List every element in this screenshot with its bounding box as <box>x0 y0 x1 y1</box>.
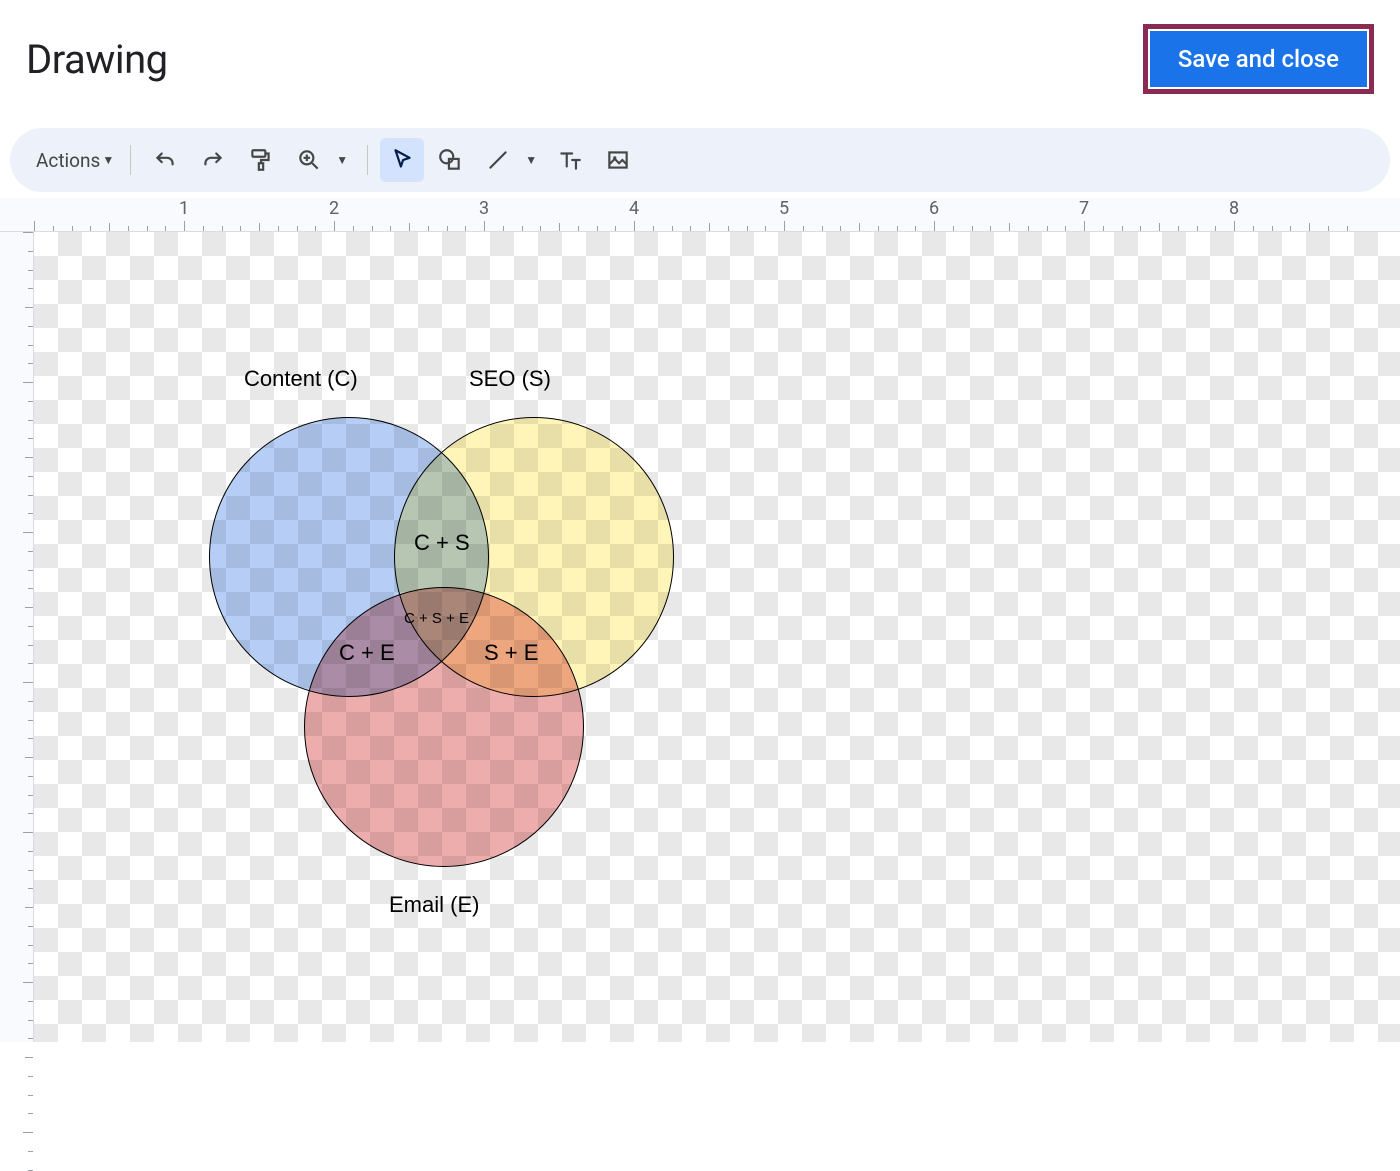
save-button-highlight: Save and close <box>1143 24 1374 94</box>
line-dropdown[interactable]: ▼ <box>518 138 544 182</box>
redo-icon <box>200 147 226 173</box>
save-and-close-button[interactable]: Save and close <box>1150 31 1367 87</box>
line-tool[interactable] <box>476 138 520 182</box>
ruler-horizontal: 1 2 3 4 5 6 7 8 <box>0 198 1400 232</box>
actions-menu-label: Actions <box>36 149 100 172</box>
dialog-header: Drawing Save and close <box>0 0 1400 118</box>
paint-roller-icon <box>248 147 274 173</box>
shape-tool[interactable] <box>428 138 472 182</box>
ruler-number: 2 <box>329 198 339 219</box>
ruler-number: 3 <box>479 198 489 219</box>
venn-circle-email[interactable] <box>304 587 584 867</box>
cursor-icon <box>389 147 415 173</box>
ruler-vertical <box>0 232 34 1042</box>
line-icon <box>485 147 511 173</box>
venn-label-content[interactable]: Content (C) <box>244 366 358 392</box>
caret-down-icon: ▼ <box>525 153 537 167</box>
ruler-number: 7 <box>1079 198 1089 219</box>
venn-label-email[interactable]: Email (E) <box>389 892 479 918</box>
redo-button[interactable] <box>191 138 235 182</box>
zoom-icon <box>296 147 322 173</box>
undo-button[interactable] <box>143 138 187 182</box>
separator <box>367 145 368 175</box>
text-icon <box>557 147 583 173</box>
ruler-number: 8 <box>1229 198 1239 219</box>
ruler-number: 1 <box>179 198 189 219</box>
undo-icon <box>152 147 178 173</box>
dialog-title: Drawing <box>26 36 168 83</box>
caret-down-icon: ▼ <box>102 153 114 167</box>
caret-down-icon: ▼ <box>336 153 348 167</box>
canvas[interactable]: Content (C) SEO (S) Email (E) C + S C + … <box>34 232 1400 1042</box>
venn-label-se[interactable]: S + E <box>484 640 538 666</box>
venn-label-cse[interactable]: C + S + E <box>404 610 469 627</box>
ruler-number: 4 <box>629 198 639 219</box>
venn-label-seo[interactable]: SEO (S) <box>469 366 551 392</box>
toolbar: Actions ▼ ▼ <box>10 128 1390 192</box>
separator <box>130 145 131 175</box>
venn-label-ce[interactable]: C + E <box>339 640 395 666</box>
ruler-number: 5 <box>779 198 789 219</box>
zoom-button[interactable] <box>287 138 331 182</box>
zoom-dropdown[interactable]: ▼ <box>329 138 355 182</box>
textbox-tool[interactable] <box>548 138 592 182</box>
ruler-number: 6 <box>929 198 939 219</box>
actions-menu[interactable]: Actions ▼ <box>28 138 118 182</box>
select-tool[interactable] <box>380 138 424 182</box>
image-tool[interactable] <box>596 138 640 182</box>
venn-label-cs[interactable]: C + S <box>414 530 470 556</box>
image-icon <box>605 147 631 173</box>
workspace: Content (C) SEO (S) Email (E) C + S C + … <box>0 232 1400 1042</box>
shapes-icon <box>437 147 463 173</box>
paint-format-button[interactable] <box>239 138 283 182</box>
